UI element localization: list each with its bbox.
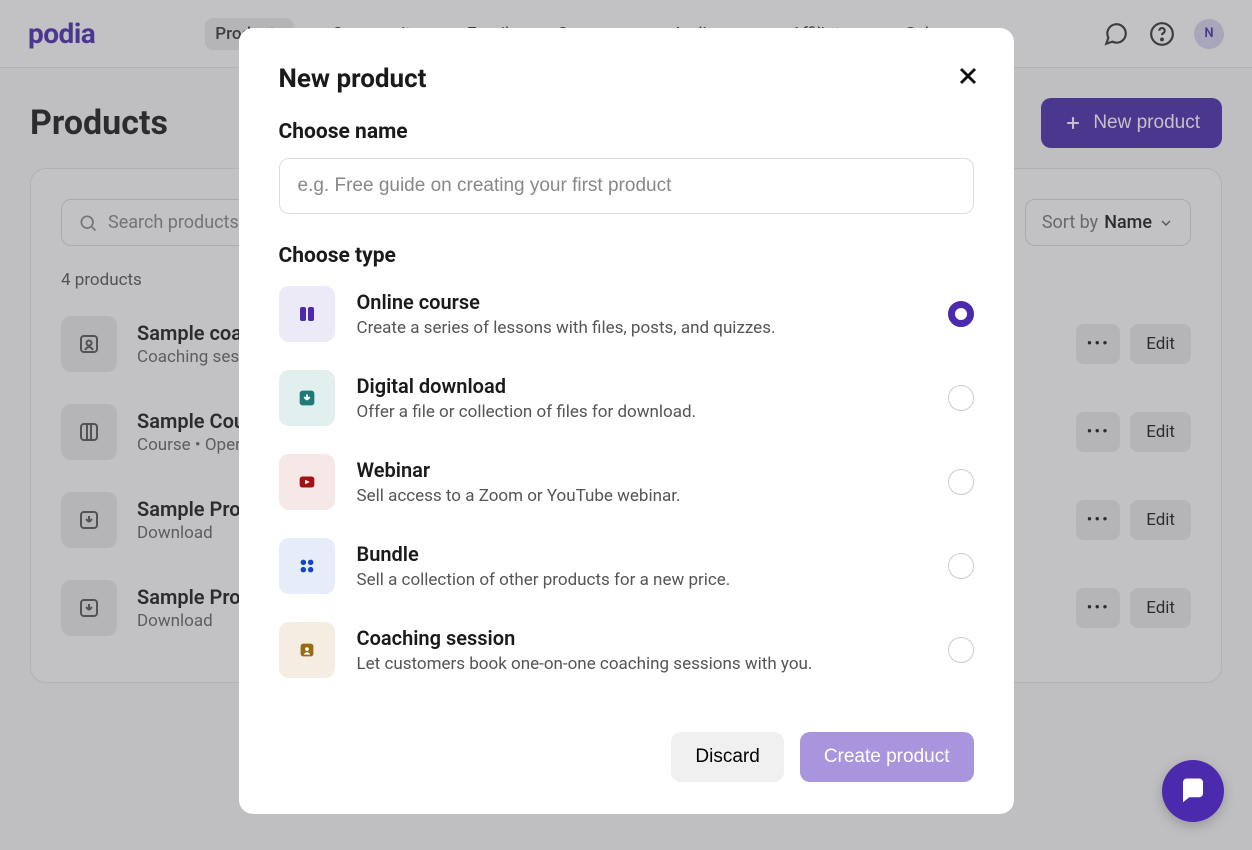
type-desc: Let customers book one-on-one coaching s… [357,654,926,674]
chat-icon [1178,776,1208,806]
close-button[interactable] [954,62,982,90]
type-desc: Create a series of lessons with files, p… [357,318,926,338]
type-radio[interactable] [948,553,974,579]
type-title: Webinar [357,458,926,482]
type-radio[interactable] [948,385,974,411]
type-online-course[interactable]: Online course Create a series of lessons… [279,286,974,342]
bundle-icon [279,538,335,594]
type-radio[interactable] [948,301,974,327]
type-radio[interactable] [948,637,974,663]
create-product-button[interactable]: Create product [800,732,974,782]
download-icon [279,370,335,426]
type-title: Digital download [357,374,926,398]
type-title: Online course [357,290,926,314]
type-desc: Sell access to a Zoom or YouTube webinar… [357,486,926,506]
type-digital-download[interactable]: Digital download Offer a file or collect… [279,370,974,426]
type-label: Choose type [279,244,974,268]
coaching-icon [279,622,335,678]
name-label: Choose name [279,120,974,144]
new-product-modal: New product Choose name Choose type Onli… [239,28,1014,814]
type-desc: Sell a collection of other products for … [357,570,926,590]
product-name-input[interactable] [279,158,974,214]
type-title: Coaching session [357,626,926,650]
type-title: Bundle [357,542,926,566]
webinar-icon [279,454,335,510]
type-desc: Offer a file or collection of files for … [357,402,926,422]
type-coaching[interactable]: Coaching session Let customers book one-… [279,622,974,678]
modal-title: New product [279,64,974,94]
chat-launcher[interactable] [1162,760,1224,822]
type-radio[interactable] [948,469,974,495]
course-icon [279,286,335,342]
type-bundle[interactable]: Bundle Sell a collection of other produc… [279,538,974,594]
type-webinar[interactable]: Webinar Sell access to a Zoom or YouTube… [279,454,974,510]
discard-button[interactable]: Discard [671,732,783,782]
modal-overlay: New product Choose name Choose type Onli… [0,0,1252,850]
